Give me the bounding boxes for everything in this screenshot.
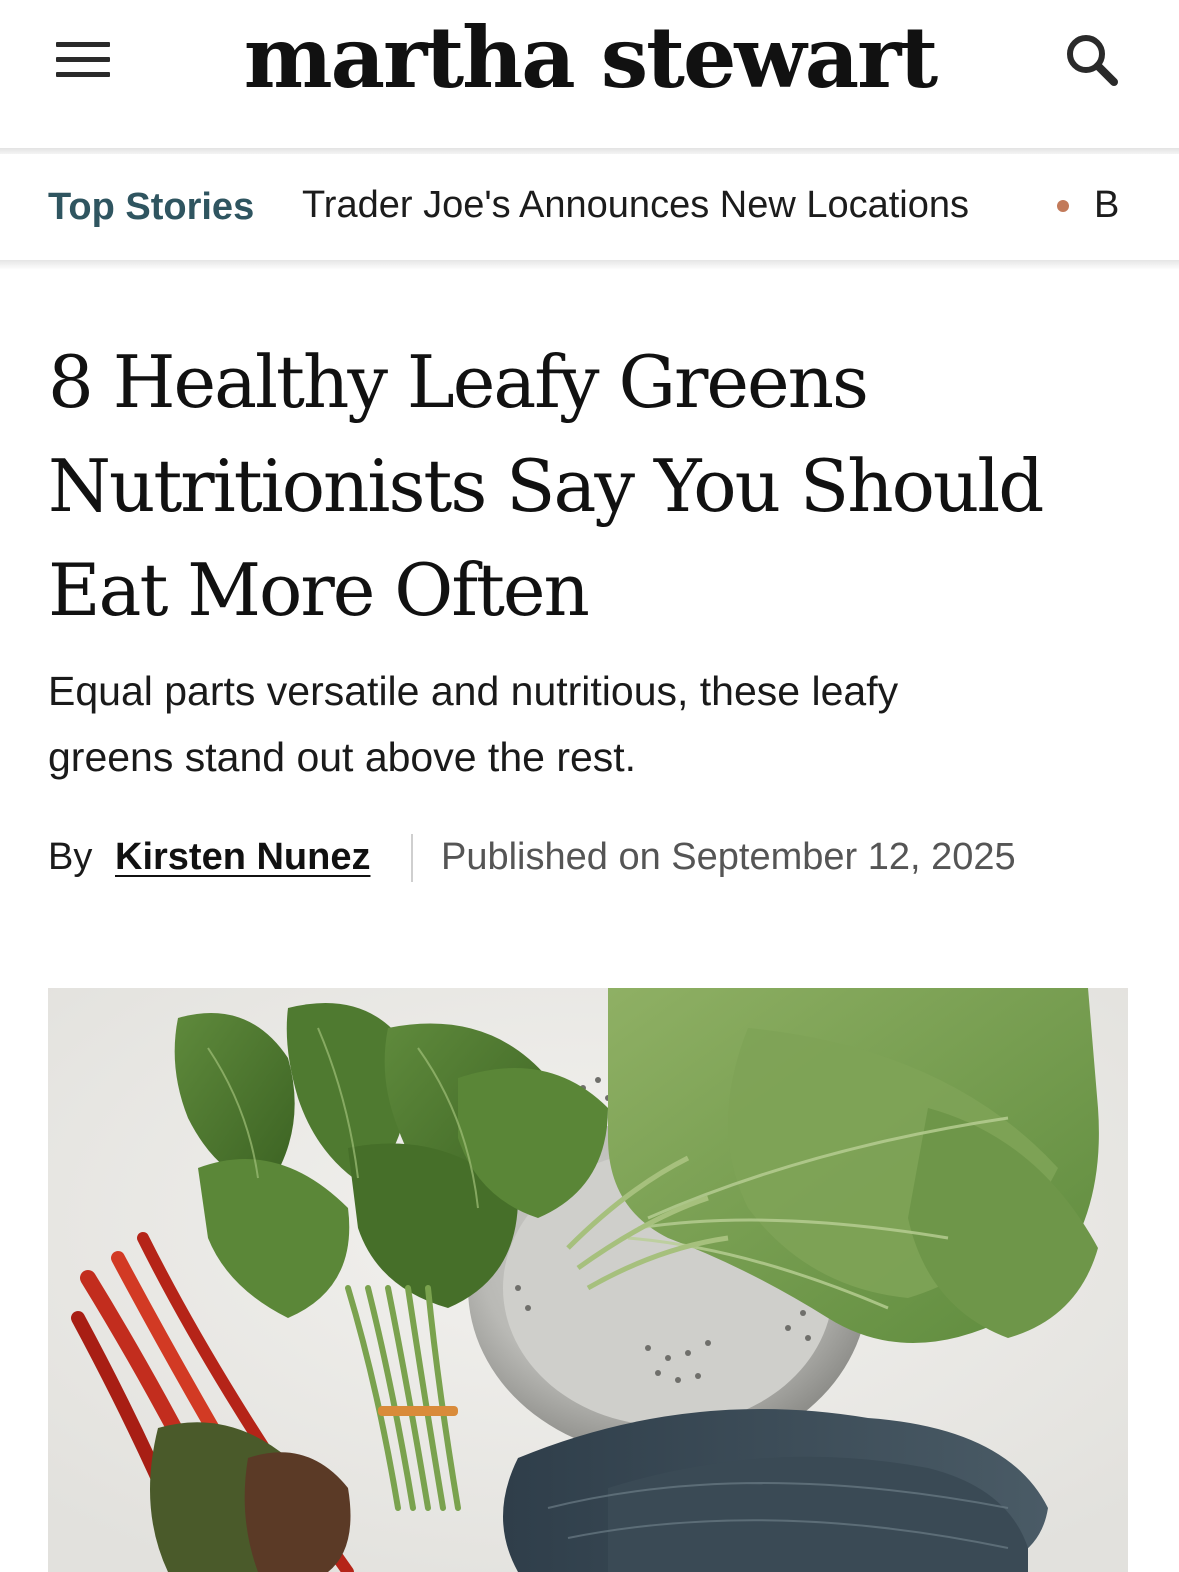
headline-line: Eat More Often: [48, 548, 590, 632]
ticker-story-link[interactable]: Trader Joe's Announces New Locations: [302, 182, 969, 228]
ticker-shadow: [0, 260, 1179, 270]
author-link[interactable]: Kirsten Nunez: [115, 830, 370, 884]
hero-image: [48, 988, 1128, 1572]
dek-line: greens stand out above the rest.: [48, 734, 637, 780]
article-headline: 8 Healthy Leafy Greens Nutritionists Say…: [48, 330, 1138, 642]
menu-bar: [56, 57, 110, 62]
ticker-story-link[interactable]: B: [1094, 182, 1119, 228]
dek-line: Equal parts versatile and nutritious, th…: [48, 668, 899, 714]
hamburger-menu-icon[interactable]: [52, 36, 114, 86]
site-header: martha stewart: [0, 0, 1179, 150]
byline-divider: [411, 834, 413, 882]
byline: By Kirsten Nunez Published on September …: [48, 830, 1148, 886]
published-date: Published on September 12, 2025: [441, 836, 1016, 878]
article-dek: Equal parts versatile and nutritious, th…: [48, 658, 1128, 790]
menu-bar: [56, 72, 110, 77]
search-icon[interactable]: [1060, 28, 1124, 92]
search-icon-graphic: [1067, 35, 1118, 86]
ticker-separator-dot: [1057, 200, 1069, 212]
leafy-greens-photo: [48, 988, 1128, 1572]
headline-line: 8 Healthy Leafy Greens: [48, 340, 869, 424]
top-stories-label: Top Stories: [48, 186, 255, 228]
menu-bar: [56, 42, 110, 47]
site-logo[interactable]: martha stewart: [190, 8, 990, 108]
headline-line: Nutritionists Say You Should: [48, 444, 1044, 528]
top-stories-ticker: Top Stories Trader Joe's Announces New L…: [0, 154, 1179, 260]
byline-prefix: By: [48, 836, 93, 878]
